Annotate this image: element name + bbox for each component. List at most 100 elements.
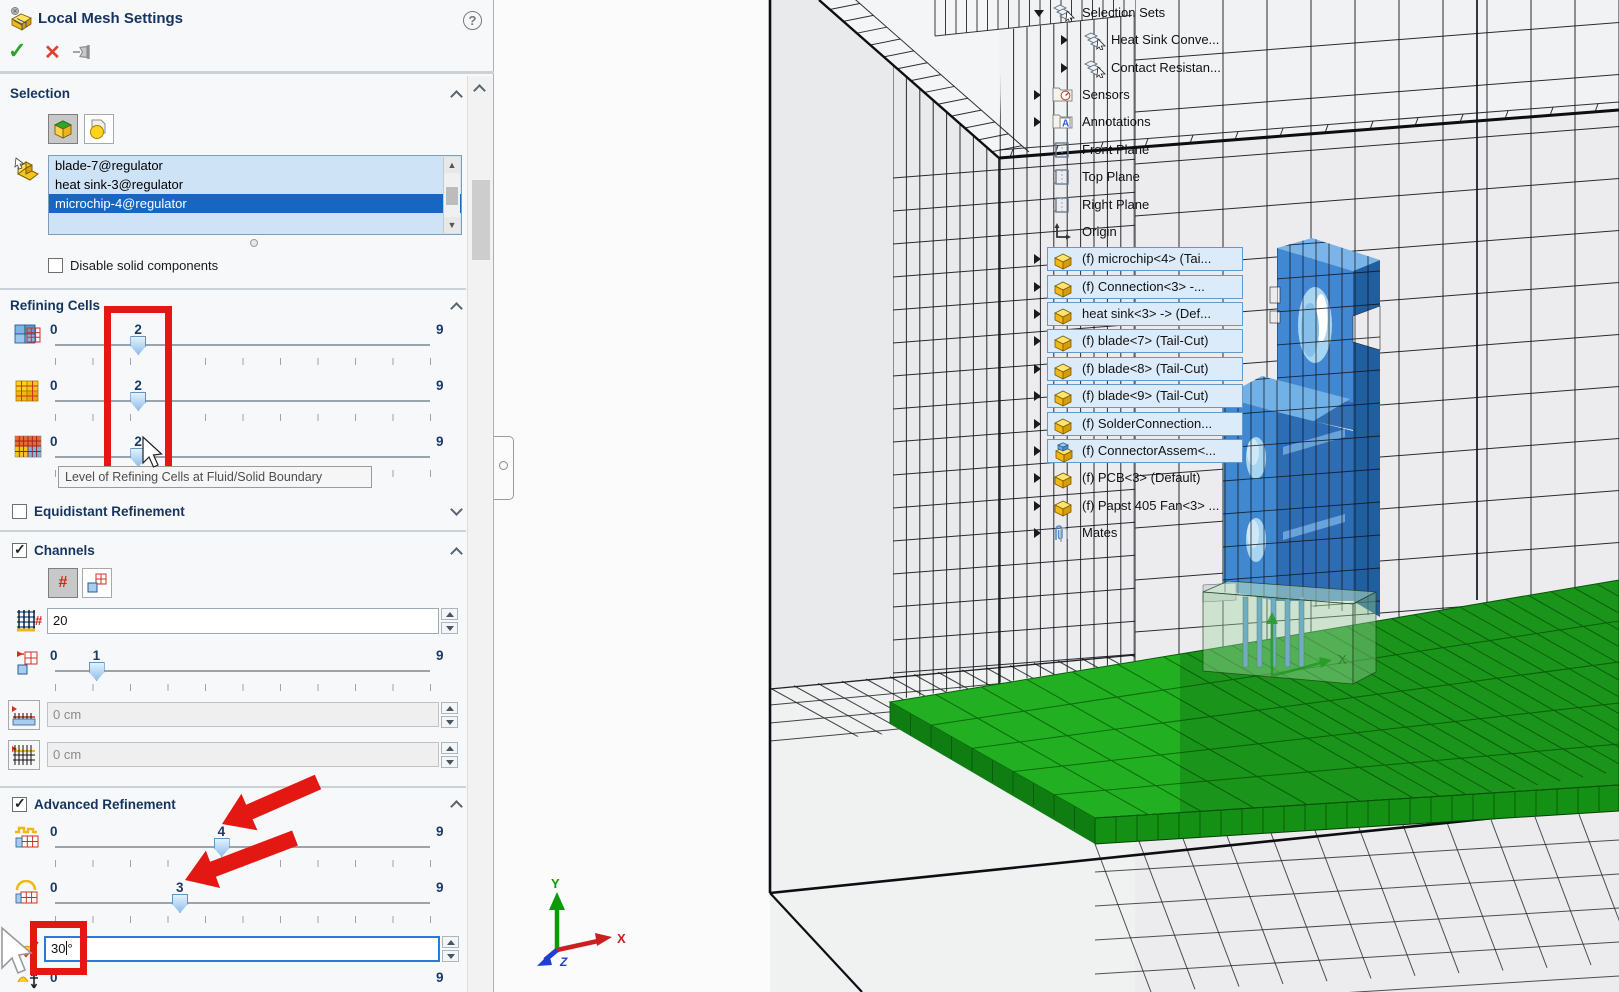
equidistant-refinement-label: Equidistant Refinement: [34, 504, 185, 519]
collapsed-arrow-icon[interactable]: [1034, 336, 1041, 346]
list-item[interactable]: heat sink-3@regulator: [49, 175, 461, 194]
collapsed-arrow-icon[interactable]: [1034, 117, 1041, 127]
slider-thumb[interactable]: [89, 662, 105, 681]
tree-item-selection-sets[interactable]: Selection Sets: [494, 1, 1254, 26]
tree-item-label: Selection Sets: [1082, 5, 1165, 20]
collapsed-arrow-icon[interactable]: [1034, 254, 1041, 264]
tree-item-f-papst-405-fan-3[interactable]: (f) Papst 405 Fan<3> ...: [494, 494, 1254, 519]
max-channel-height-icon[interactable]: [8, 740, 40, 770]
graphics-viewport[interactable]: X Y X Z Selection SetsHeat Sink Conve...…: [494, 0, 1619, 992]
tree-item-label: Front Plane: [1082, 142, 1149, 157]
triad-x-label: X: [617, 931, 626, 946]
local-mesh-settings-panel: Local Mesh Settings ? ✓ ✕ Selection: [0, 0, 494, 992]
tree-item-f-microchip-4-tai[interactable]: (f) microchip<4> (Tai...: [494, 247, 1254, 272]
tree-item-f-blade-8-tail-cut[interactable]: (f) blade<8> (Tail-Cut): [494, 357, 1254, 382]
scroll-down-icon[interactable]: ▼: [444, 217, 460, 233]
panel-scroll-thumb[interactable]: [472, 180, 490, 260]
panel-scroll-up-icon[interactable]: [475, 82, 485, 92]
mates-icon: [1052, 523, 1070, 546]
disable-solid-components-checkbox[interactable]: [48, 258, 63, 273]
collapse-selection-chevron[interactable]: [452, 88, 462, 98]
tree-item-label: (f) ConnectorAssem<...: [1082, 443, 1216, 458]
collapsed-arrow-icon[interactable]: [1034, 364, 1041, 374]
tree-item-contact-resistan[interactable]: Contact Resistan...: [494, 56, 1254, 81]
refine-fluid-cells-slider[interactable]: 0 2 9: [0, 378, 466, 432]
collapse-refining-chevron[interactable]: [452, 300, 462, 310]
collapsed-arrow-icon[interactable]: [1034, 446, 1041, 456]
slider-thumb[interactable]: [172, 894, 188, 913]
collapsed-arrow-icon[interactable]: [1061, 35, 1068, 45]
tree-item-label: Top Plane: [1082, 169, 1140, 184]
tree-item-sensors[interactable]: Sensors: [494, 83, 1254, 108]
tree-item-front-plane[interactable]: Front Plane: [494, 138, 1254, 163]
part-icon: [1052, 386, 1074, 410]
tree-item-origin[interactable]: Origin: [494, 220, 1254, 245]
solidworks-flow-simulation-window: Local Mesh Settings ? ✓ ✕ Selection: [0, 0, 1619, 992]
expand-equidistant-chevron[interactable]: [452, 505, 462, 515]
tree-item-f-blade-9-tail-cut[interactable]: (f) blade<9> (Tail-Cut): [494, 384, 1254, 409]
curvature-criterion-spinner[interactable]: [442, 936, 459, 962]
collapsed-arrow-icon[interactable]: [1034, 391, 1041, 401]
ok-check-icon[interactable]: ✓: [8, 38, 26, 64]
panel-scrollbar[interactable]: [467, 76, 493, 992]
channel-refinement-slider[interactable]: 0 1 9: [0, 648, 466, 702]
part-icon: [1052, 414, 1074, 438]
scroll-up-icon[interactable]: ▲: [444, 157, 460, 173]
scroll-thumb[interactable]: [446, 187, 458, 205]
help-icon[interactable]: ?: [463, 11, 482, 30]
panel-title: Local Mesh Settings: [38, 10, 183, 27]
number-of-cells-spinner[interactable]: [441, 608, 458, 634]
slider-thumb[interactable]: [214, 838, 230, 857]
tree-item-heat-sink-conve[interactable]: Heat Sink Conve...: [494, 28, 1254, 53]
advanced-refinement-checkbox[interactable]: [12, 797, 27, 812]
channels-checkbox[interactable]: [12, 543, 27, 558]
tree-item-right-plane[interactable]: Right Plane: [494, 193, 1254, 218]
equidistant-refinement-checkbox[interactable]: [12, 504, 27, 519]
collapsed-arrow-icon[interactable]: [1034, 473, 1041, 483]
collapse-advanced-chevron[interactable]: [452, 798, 462, 808]
list-item-selected[interactable]: microchip-4@regulator: [49, 194, 461, 213]
tree-item-heat-sink-3-def[interactable]: heat sink<3> -> (Def...: [494, 302, 1254, 327]
list-resize-handle[interactable]: [250, 239, 258, 247]
pin-icon[interactable]: [72, 44, 96, 65]
collapse-channels-chevron[interactable]: [452, 545, 462, 555]
tree-item-label: (f) SolderConnection...: [1082, 416, 1212, 431]
tree-item-top-plane[interactable]: Top Plane: [494, 165, 1254, 190]
collapsed-arrow-icon[interactable]: [1034, 528, 1041, 538]
svg-text:#: #: [35, 613, 43, 628]
number-of-cells-field[interactable]: 20: [47, 608, 439, 634]
tree-item-label: Heat Sink Conve...: [1111, 32, 1219, 47]
collapsed-arrow-icon[interactable]: [1034, 309, 1041, 319]
tree-item-label: (f) PCB<3> (Default): [1082, 470, 1201, 485]
list-item[interactable]: blade-7@regulator: [49, 156, 461, 175]
collapsed-arrow-icon[interactable]: [1034, 90, 1041, 100]
triad-z-label: Z: [559, 955, 568, 969]
select-solid-cube-icon[interactable]: [48, 114, 78, 144]
list-scrollbar[interactable]: ▲ ▼: [443, 157, 460, 233]
tree-item-mates[interactable]: Mates: [494, 521, 1254, 546]
channels-size-icon[interactable]: [82, 568, 112, 598]
slider-tooltip: Level of Refining Cells at Fluid/Solid B…: [58, 466, 372, 488]
collapsed-arrow-icon[interactable]: [1061, 63, 1068, 73]
tree-item-f-solderconnection[interactable]: (f) SolderConnection...: [494, 412, 1254, 437]
tree-item-f-blade-7-tail-cut[interactable]: (f) blade<7> (Tail-Cut): [494, 329, 1254, 354]
small-solid-features-slider[interactable]: 0 4 9: [0, 824, 466, 878]
advanced-refinement-label: Advanced Refinement: [34, 797, 176, 812]
tree-item-f-connection-3[interactable]: (f) Connection<3> -...: [494, 275, 1254, 300]
channels-number-icon[interactable]: #: [48, 568, 78, 598]
curvature-criterion-field[interactable]: 30°: [44, 936, 440, 962]
tree-item-annotations[interactable]: AAnnotations: [494, 110, 1254, 135]
tree-item-f-pcb-3-default[interactable]: (f) PCB<3> (Default): [494, 466, 1254, 491]
select-fluid-region-icon[interactable]: [84, 114, 114, 144]
expanded-arrow-icon[interactable]: [1034, 10, 1044, 17]
collapsed-arrow-icon[interactable]: [1034, 419, 1041, 429]
plane-icon: [1052, 140, 1072, 163]
min-channel-height-icon[interactable]: [8, 700, 40, 730]
tree-splitter-handle[interactable]: [494, 436, 514, 500]
cancel-x-icon[interactable]: ✕: [44, 40, 61, 65]
selection-list[interactable]: blade-7@regulator heat sink-3@regulator …: [48, 155, 462, 235]
tree-item-f-connectorassem[interactable]: (f) ConnectorAssem<...: [494, 439, 1254, 464]
refine-all-cells-slider[interactable]: 0 2 9: [0, 322, 466, 376]
collapsed-arrow-icon[interactable]: [1034, 282, 1041, 292]
collapsed-arrow-icon[interactable]: [1034, 501, 1041, 511]
